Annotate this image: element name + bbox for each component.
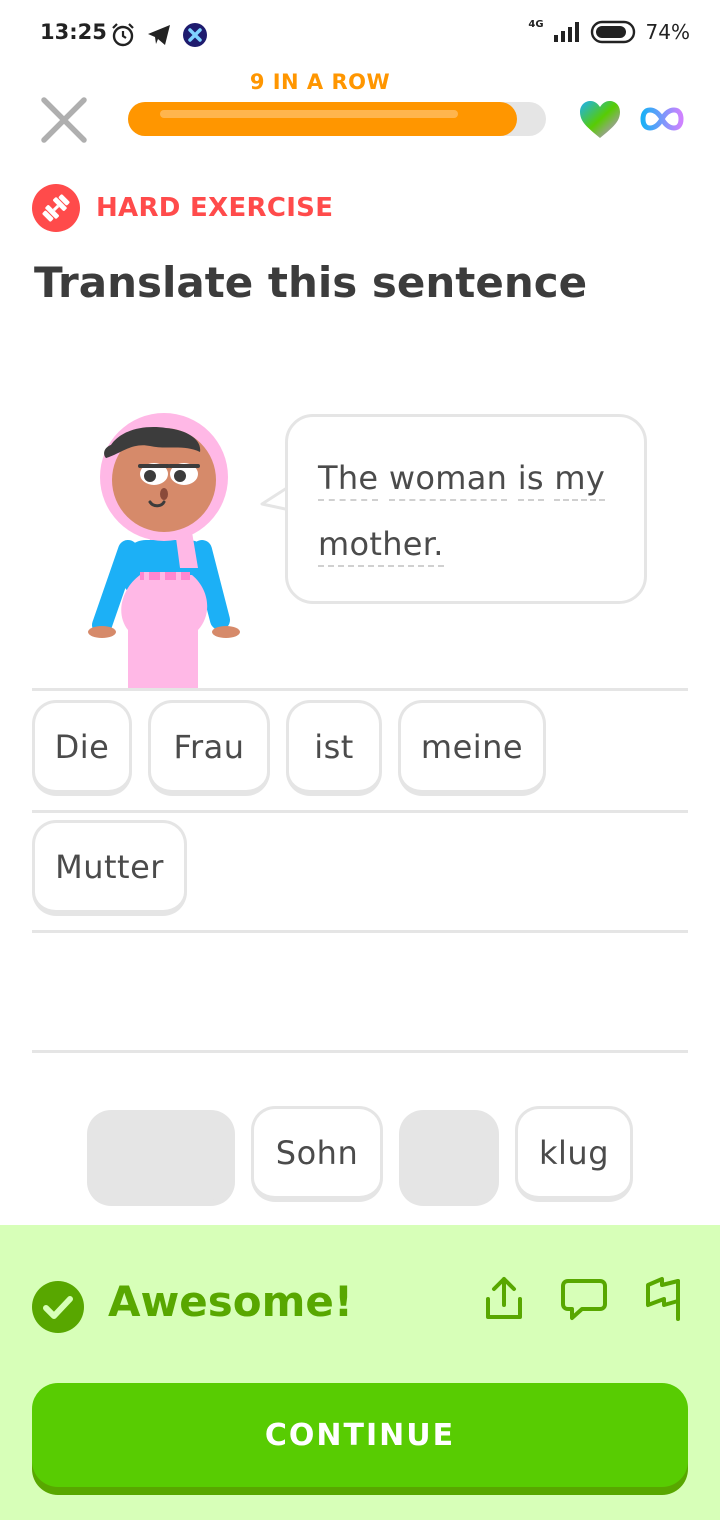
page-title: Translate this sentence	[34, 258, 588, 307]
streak-label: 9 IN A ROW	[249, 70, 391, 94]
comment-icon[interactable]	[560, 1275, 608, 1323]
answer-chip[interactable]: Frau	[148, 700, 270, 796]
telegram-icon	[148, 25, 170, 45]
character-illustration	[88, 413, 240, 690]
answer-chip[interactable]: ist	[286, 700, 382, 796]
prompt-word[interactable]: The	[318, 459, 379, 501]
prompt-word[interactable]: mother.	[318, 525, 444, 567]
answer-chip[interactable]: Mutter	[32, 820, 187, 916]
hard-exercise-badge: HARD EXERCISE	[32, 183, 333, 233]
answer-chip[interactable]: Die	[32, 700, 132, 796]
prompt-bubble: The woman is my mother.	[285, 414, 647, 604]
network-type: 4G	[528, 18, 544, 30]
word-bank-slot-empty	[87, 1110, 235, 1206]
answer-line	[32, 810, 688, 813]
lesson-header: 9 IN A ROW	[0, 70, 720, 170]
flag-icon[interactable]	[640, 1275, 688, 1323]
answer-line	[32, 688, 688, 691]
status-time: 13:25	[40, 20, 107, 44]
infinity-icon	[640, 107, 684, 131]
app-icon	[183, 23, 207, 47]
feedback-panel: Awesome! CONTINUE	[0, 1225, 720, 1520]
prompt-word[interactable]: my	[554, 459, 606, 501]
battery-percent: 74%	[645, 20, 690, 44]
share-icon[interactable]	[480, 1275, 528, 1323]
answer-line	[32, 930, 688, 933]
status-right: 4G 74%	[528, 18, 690, 45]
close-icon[interactable]	[38, 94, 90, 146]
prompt-word[interactable]: is	[517, 459, 544, 501]
word-bank-slot-empty	[399, 1110, 499, 1206]
feedback-title: Awesome!	[108, 1277, 354, 1326]
answer-line	[32, 1050, 688, 1053]
dumbbell-icon	[32, 184, 80, 232]
continue-button[interactable]: CONTINUE	[32, 1383, 688, 1487]
status-bar: 13:25 4G 74%	[0, 0, 720, 70]
answer-chip[interactable]: meine	[398, 700, 546, 796]
checkmark-icon	[32, 1281, 84, 1333]
hard-exercise-label: HARD EXERCISE	[96, 193, 334, 223]
alarm-icon	[112, 23, 134, 47]
heart-icon[interactable]	[578, 100, 622, 140]
progress-shine	[160, 110, 458, 118]
battery-icon	[590, 20, 635, 44]
progress-bar	[128, 102, 546, 136]
progress-fill	[128, 102, 517, 136]
word-bank-chip[interactable]: Sohn	[251, 1106, 383, 1202]
prompt-sentence: The woman is my mother.	[318, 445, 614, 577]
word-bank-chip[interactable]: klug	[515, 1106, 633, 1202]
prompt-word[interactable]: woman	[388, 459, 508, 501]
signal-icon	[553, 22, 579, 42]
